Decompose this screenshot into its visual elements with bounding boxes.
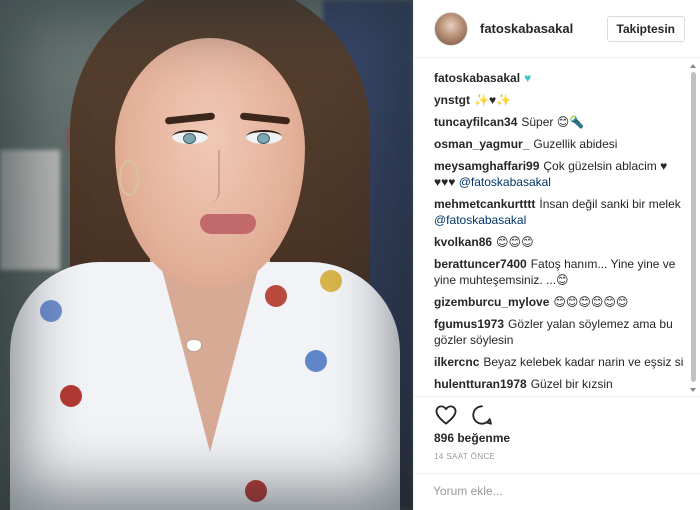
photo-vignette bbox=[0, 0, 413, 510]
comment-text: Süper 😊🔦 bbox=[521, 115, 585, 129]
comment-mention[interactable]: @fatoskabasakal bbox=[459, 175, 551, 189]
comment-username[interactable]: berattuncer7400 bbox=[434, 257, 527, 271]
comment-text: 😊😊😊 bbox=[496, 235, 534, 249]
post-photo[interactable] bbox=[0, 0, 413, 510]
comment-item: osman_yagmur_ Guzellik abidesi bbox=[434, 136, 686, 152]
comment-username[interactable]: ynstgt bbox=[434, 93, 470, 107]
comment-username[interactable]: meysamghaffari99 bbox=[434, 159, 539, 173]
post-header: fatoskabasakal Takiptesin bbox=[414, 0, 700, 58]
add-comment-area bbox=[414, 473, 700, 510]
comments-scrollbar[interactable] bbox=[690, 64, 697, 392]
comment-username[interactable]: mehmetcankurtttt bbox=[434, 197, 535, 211]
instagram-post: fatoskabasakal Takiptesin fatoskabasakal… bbox=[0, 0, 700, 510]
comment-item: gizemburcu_mylove 😊😊😊😊😊😊 bbox=[434, 294, 686, 310]
comment-mention[interactable]: @fatoskabasakal bbox=[434, 213, 526, 227]
comment-item: ynstgt ✨♥✨ bbox=[434, 92, 686, 108]
comment-username[interactable]: ilkercnc bbox=[434, 355, 479, 369]
speech-bubble-icon[interactable] bbox=[469, 402, 495, 428]
comment-username[interactable]: hulentturan1978 bbox=[434, 377, 527, 390]
comment-item: tuncayfilcan34 Süper 😊🔦 bbox=[434, 114, 686, 130]
comment-username[interactable]: osman_yagmur_ bbox=[434, 137, 529, 151]
comment-item: hulentturan1978 Güzel bir kızsin bbox=[434, 376, 686, 390]
comment-username[interactable]: gizemburcu_mylove bbox=[434, 295, 549, 309]
comment-username[interactable]: tuncayfilcan34 bbox=[434, 115, 517, 129]
scroll-down-arrow-icon[interactable] bbox=[690, 388, 696, 392]
comment-input[interactable] bbox=[433, 484, 673, 498]
comment-item: berattuncer7400 Fatoş hanım... Yine yine … bbox=[434, 256, 686, 288]
comment-text: ✨♥✨ bbox=[474, 93, 512, 107]
post-actions bbox=[414, 396, 700, 428]
post-sidebar: fatoskabasakal Takiptesin fatoskabasakal… bbox=[413, 0, 700, 510]
comment-text: Güzel bir kızsin bbox=[530, 377, 613, 390]
like-count[interactable]: 896 beğenme bbox=[434, 431, 510, 445]
caption-username[interactable]: fatoskabasakal bbox=[434, 71, 520, 85]
post-timestamp: 14 SAAT ÖNCE bbox=[434, 452, 496, 461]
comment-text: İnsan değil sanki bir melek bbox=[539, 197, 681, 211]
comment-item: mehmetcankurtttt İnsan değil sanki bir me… bbox=[434, 196, 686, 228]
comment-item: kvolkan86 😊😊😊 bbox=[434, 234, 686, 250]
comment-text: 😊😊😊😊😊😊 bbox=[553, 295, 629, 309]
avatar[interactable] bbox=[434, 11, 468, 46]
comment-item: fgumus1973 Gözler yalan söylemez ama bu g… bbox=[434, 316, 686, 348]
caption: fatoskabasakal ♥ bbox=[434, 70, 686, 86]
comment-username[interactable]: fgumus1973 bbox=[434, 317, 504, 331]
comment-text: Guzellik abidesi bbox=[533, 137, 618, 151]
scroll-up-arrow-icon[interactable] bbox=[690, 64, 696, 68]
heart-outline-icon[interactable] bbox=[433, 402, 459, 428]
caption-text: ♥ bbox=[524, 71, 532, 85]
comment-text: Beyaz kelebek kadar narin ve eşsiz si bbox=[483, 355, 684, 369]
comment-item: meysamghaffari99 Çok güzelsin ablacim ♥ ♥… bbox=[434, 158, 686, 190]
header-username[interactable]: fatoskabasakal bbox=[480, 21, 607, 36]
comments-list[interactable]: fatoskabasakal ♥ ynstgt ✨♥✨ tuncayfilcan34… bbox=[434, 70, 686, 390]
scroll-thumb[interactable] bbox=[691, 72, 696, 382]
following-button[interactable]: Takiptesin bbox=[606, 15, 685, 42]
comment-username[interactable]: kvolkan86 bbox=[434, 235, 492, 249]
comment-item: ilkercnc Beyaz kelebek kadar narin ve eşs… bbox=[434, 354, 686, 370]
